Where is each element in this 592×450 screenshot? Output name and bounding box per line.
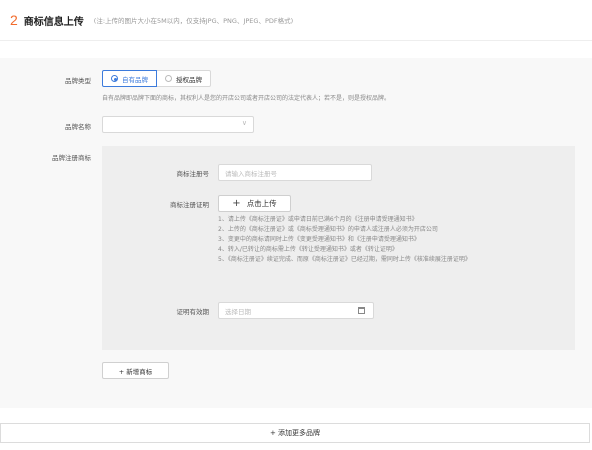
upload-note: 1、请上传《商标注册证》或申请日前已满6个月的《注册申请受理通知书》: [218, 216, 418, 223]
brand-name-select[interactable]: ∨: [102, 116, 254, 133]
upload-note: 2、上传的《商标注册证》或《商标受理通知书》的申请人或注册人必须为开店公司: [218, 226, 438, 233]
upload-note: 4、转入/已转让的商标需上传《转让受理通知书》或者《转让证明》: [218, 246, 398, 253]
validity-date-picker[interactable]: 选择日期: [218, 302, 374, 319]
radio-dot-icon: [165, 75, 172, 82]
brand-type-label: 品牌类型: [65, 77, 91, 85]
section-header: 2 商标信息上传 (注:上传的图片大小在5M以内，仅支持JPG、PNG、JPEG…: [10, 10, 293, 30]
radio-dot-icon: [111, 75, 118, 82]
plus-icon: +: [232, 198, 241, 209]
upload-notes: 1、请上传《商标注册证》或申请日前已满6个月的《注册申请受理通知书》 2、上传的…: [218, 215, 568, 265]
trademark-label: 品牌注册商标: [52, 154, 91, 162]
add-trademark-button[interactable]: + 新增商标: [102, 362, 169, 379]
validity-placeholder: 选择日期: [225, 307, 251, 316]
radio-own-brand[interactable]: 自有品牌: [102, 70, 157, 87]
upload-button[interactable]: + 点击上传: [218, 195, 291, 212]
reg-no-input[interactable]: 请输入商标注册号: [218, 164, 372, 181]
reg-no-label: 商标注册号: [176, 170, 210, 178]
cert-label: 商标注册证明: [170, 201, 209, 209]
radio-own-brand-label: 自有品牌: [122, 75, 148, 84]
chevron-down-icon: ∨: [241, 119, 247, 127]
radio-licensed-brand[interactable]: 授权品牌: [157, 70, 211, 87]
upload-note: 3、变更中的商标请同时上传《变更受理通知书》和《注册申请受理通知书》: [218, 236, 420, 243]
brand-type-radio-group: 自有品牌 授权品牌: [102, 70, 211, 87]
upload-button-label: 点击上传: [246, 199, 277, 208]
validity-label: 证明有效期: [176, 308, 210, 316]
calendar-icon: [358, 307, 365, 314]
radio-licensed-brand-label: 授权品牌: [176, 75, 202, 84]
trademark-panel: 商标注册号 请输入商标注册号 商标注册证明 + 点击上传 1、请上传《商标注册证…: [102, 146, 575, 350]
upload-note: 5、《商标注册证》续证完成、而原《商标注册证》已经过期，需同时上传《核准续展注册…: [218, 256, 471, 263]
reg-no-placeholder: 请输入商标注册号: [225, 169, 277, 178]
step-number: 2: [10, 12, 18, 28]
section-title: 商标信息上传: [23, 16, 84, 28]
section-note: (注:上传的图片大小在5M以内，仅支持JPG、PNG、JPEG、PDF格式): [93, 17, 294, 25]
brand-name-label: 品牌名称: [65, 123, 91, 131]
add-brand-button[interactable]: + 添加更多品牌: [0, 423, 590, 443]
brand-type-hint: 自有品牌即品牌下面的商标，其权利人是您的开店公司或者开店公司的法定代表人；若不是…: [102, 95, 391, 102]
divider: [0, 40, 592, 41]
